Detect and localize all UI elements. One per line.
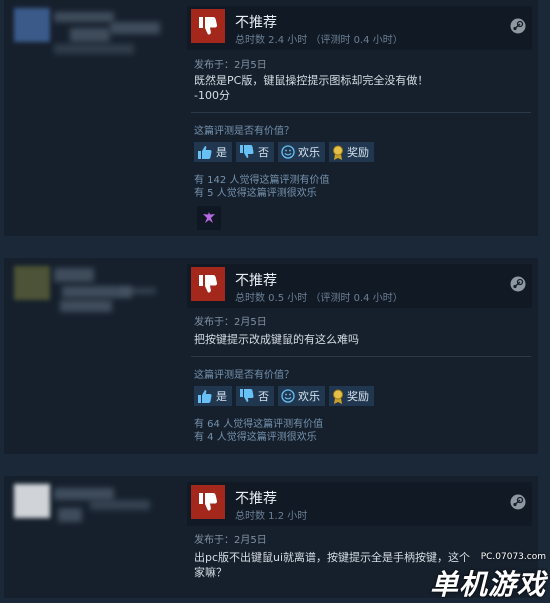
review-text: 既然是PC版，键鼠操控提示图标却完全没有做！ -100分 — [194, 73, 534, 103]
vote-buttons: 是 否 欢乐 奖励 — [194, 142, 374, 162]
vote-funny-button[interactable]: 欢乐 — [278, 386, 325, 406]
review-header: 不推荐 总时数 0.5 小时 （评测时 0.4 小时） — [187, 264, 532, 308]
vote-counts: 有 142 人觉得这篇评测有价值 有 5 人觉得这篇评测很欢乐 — [194, 174, 329, 200]
thumbs-down-icon — [191, 9, 225, 43]
thumbs-up-icon — [198, 390, 212, 403]
author-info-blurred — [10, 8, 180, 88]
playtime: 总时数 2.4 小时 （评测时 0.4 小时） — [235, 35, 403, 46]
verdict-title: 不推荐 — [235, 15, 277, 31]
helpful-question: 这篇评测是否有价值？ — [194, 370, 294, 381]
review-line: -100分 — [194, 89, 230, 102]
vote-counts: 有 64 人觉得这篇评测有价值 有 4 人觉得这篇评测很欢乐 — [194, 418, 323, 444]
thumbs-down-icon — [240, 145, 254, 158]
award-medal-icon — [333, 145, 343, 160]
posted-date: 发布于：2月5日 — [194, 317, 267, 328]
steam-icon — [510, 494, 526, 510]
helpful-question: 这篇评测是否有价值？ — [194, 126, 294, 137]
award-button[interactable]: 奖励 — [329, 386, 374, 406]
review-line: 既然是PC版，键鼠操控提示图标却完全没有做！ — [194, 74, 429, 87]
vote-yes-button[interactable]: 是 — [194, 142, 232, 162]
divider — [191, 356, 531, 357]
thumbs-up-icon — [198, 146, 212, 159]
vote-funny-button[interactable]: 欢乐 — [278, 142, 325, 162]
author-info-blurred — [10, 266, 180, 346]
review-card: 不推荐 总时数 2.4 小时 （评测时 0.4 小时） 发布于：2月5日 既然是… — [4, 0, 538, 236]
thumbs-down-icon — [240, 389, 254, 402]
award-medal-icon — [333, 389, 343, 404]
verdict-title: 不推荐 — [235, 491, 277, 507]
posted-date: 发布于：2月5日 — [194, 535, 267, 546]
steam-icon — [510, 276, 526, 292]
review-card: 不推荐 总时数 0.5 小时 （评测时 0.4 小时） 发布于：2月5日 把按键… — [4, 258, 538, 454]
vote-yes-button[interactable]: 是 — [194, 386, 232, 406]
funny-count: 有 4 人觉得这篇评测很欢乐 — [194, 432, 317, 443]
helpful-count: 有 64 人觉得这篇评测有价值 — [194, 419, 324, 430]
watermark-url: PC.07073.com — [480, 552, 546, 562]
review-text: 把按键提示改成键鼠的有这么难吗 — [194, 332, 534, 347]
site-watermark: PC.07073.com 单机游戏 — [410, 550, 550, 601]
thumbs-down-icon — [191, 267, 225, 301]
divider — [191, 112, 531, 113]
avatar[interactable] — [14, 266, 50, 300]
avatar[interactable] — [14, 8, 50, 42]
posted-date: 发布于：2月5日 — [194, 60, 267, 71]
playtime: 总时数 1.2 小时 — [235, 511, 308, 522]
award-button[interactable]: 奖励 — [329, 142, 374, 162]
received-award[interactable] — [197, 206, 221, 230]
verdict-title: 不推荐 — [235, 273, 277, 289]
review-line: 把按键提示改成键鼠的有这么难吗 — [194, 333, 359, 346]
smiley-icon — [281, 145, 295, 159]
watermark-text: 单机游戏 — [429, 568, 546, 601]
vote-no-button[interactable]: 否 — [236, 386, 274, 406]
helpful-count: 有 142 人觉得这篇评测有价值 — [194, 175, 330, 186]
vote-buttons: 是 否 欢乐 奖励 — [194, 386, 374, 406]
avatar[interactable] — [14, 484, 50, 518]
award-badge-icon — [203, 212, 215, 223]
funny-count: 有 5 人觉得这篇评测很欢乐 — [194, 188, 317, 199]
steam-icon — [510, 18, 526, 34]
thumbs-down-icon — [191, 485, 225, 519]
author-info-blurred — [10, 484, 180, 564]
review-header: 不推荐 总时数 1.2 小时 — [187, 482, 532, 526]
smiley-icon — [281, 389, 295, 403]
vote-no-button[interactable]: 否 — [236, 142, 274, 162]
review-header: 不推荐 总时数 2.4 小时 （评测时 0.4 小时） — [187, 6, 532, 50]
playtime: 总时数 0.5 小时 （评测时 0.4 小时） — [235, 293, 403, 304]
